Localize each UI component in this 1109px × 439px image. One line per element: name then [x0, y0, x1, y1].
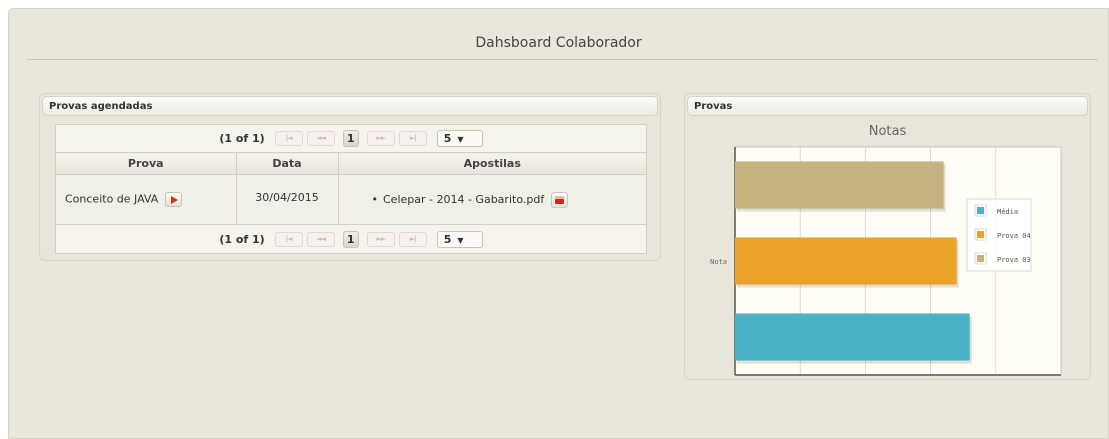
- y-tick-label: Nota: [710, 258, 727, 266]
- chevron-down-icon: ▼: [457, 135, 464, 144]
- rows-per-page-select[interactable]: 5 ▼: [436, 230, 483, 248]
- provas-chart-panel: Provas Notas 0255075100125NotaMédiaProva…: [684, 93, 1091, 380]
- page-number-button[interactable]: 1: [342, 130, 359, 147]
- prova-name: Conceito de JAVA: [65, 192, 159, 206]
- notas-chart: 0255075100125NotaMédiaProva 04Prova 03: [710, 146, 1062, 376]
- prev-page-button[interactable]: ◄◄: [306, 131, 335, 146]
- bullet: •: [371, 192, 379, 206]
- paginator-bottom: (1 of 1) |◄ ◄◄ 1 ►► ►| 5 ▼: [56, 225, 646, 253]
- legend-label: Média: [997, 208, 1018, 216]
- header-divider: [27, 59, 1098, 60]
- chart-title: Notas: [868, 124, 907, 139]
- rows-per-page-select[interactable]: 5 ▼: [436, 130, 483, 147]
- paginator-count: (1 of 1): [219, 132, 265, 145]
- paginator-count: (1 of 1): [219, 232, 265, 246]
- legend-swatch: [977, 255, 984, 262]
- first-page-button[interactable]: |◄: [274, 231, 303, 247]
- rows-per-page-value: 5: [443, 232, 452, 246]
- legend-label: Prova 03: [997, 256, 1031, 264]
- bar: [735, 237, 957, 285]
- play-icon[interactable]: [164, 192, 182, 207]
- column-header-prova[interactable]: Prova: [56, 152, 237, 175]
- paginator-top: (1 of 1) |◄ ◄◄ 1 ►► ►| 5 ▼: [56, 125, 646, 152]
- provas-table: (1 of 1) |◄ ◄◄ 1 ►► ►| 5 ▼ Prova Data Apo…: [55, 124, 647, 254]
- bar: [735, 313, 970, 361]
- first-page-button[interactable]: |◄: [274, 131, 303, 146]
- rows-per-page-value: 5: [443, 132, 452, 145]
- apostila-filename: Celepar - 2014 - Gabarito.pdf: [383, 192, 545, 206]
- cell-apostilas: • Celepar - 2014 - Gabarito.pdf: [338, 174, 646, 225]
- legend-label: Prova 04: [997, 232, 1031, 240]
- next-page-button[interactable]: ►►: [366, 131, 395, 146]
- bar: [735, 161, 944, 209]
- prev-page-button[interactable]: ◄◄: [306, 231, 335, 247]
- last-page-button[interactable]: ►|: [398, 231, 427, 247]
- table-row: Conceito de JAVA 30/04/2015 • Celepar - 2…: [56, 174, 646, 225]
- legend-swatch: [977, 231, 984, 238]
- cell-data: 30/04/2015: [236, 174, 339, 225]
- page-number-button[interactable]: 1: [342, 230, 359, 248]
- panel-title: Provas agendadas: [42, 96, 658, 116]
- chevron-down-icon: ▼: [457, 235, 464, 245]
- cell-prova: Conceito de JAVA: [56, 174, 237, 225]
- provas-data-table: Prova Data Apostilas Conceito de JAVA 30…: [56, 152, 646, 225]
- next-page-button[interactable]: ►►: [366, 231, 395, 247]
- table-header-row: Prova Data Apostilas: [56, 152, 646, 175]
- panel-title: Provas: [687, 96, 1088, 116]
- page-title: Dahsboard Colaborador: [475, 35, 642, 51]
- last-page-button[interactable]: ►|: [398, 131, 427, 146]
- save-icon[interactable]: [550, 191, 568, 208]
- dashboard-container: Dahsboard Colaborador Provas agendadas (…: [8, 8, 1109, 439]
- legend-swatch: [977, 207, 984, 214]
- column-header-data[interactable]: Data: [236, 152, 339, 175]
- provas-agendadas-panel: Provas agendadas (1 of 1) |◄ ◄◄ 1 ►► ►| …: [39, 93, 661, 261]
- column-header-apostilas[interactable]: Apostilas: [338, 152, 646, 175]
